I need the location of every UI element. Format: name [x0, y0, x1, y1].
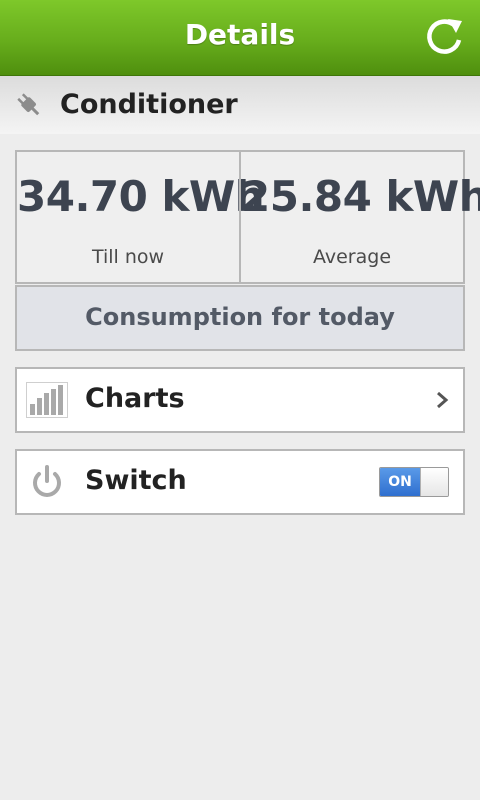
stat-till-now-label: Till now — [91, 246, 165, 268]
consumption-stats: 34.70 kWh Till now 25.84 kWh Average — [15, 150, 480, 284]
power-toggle[interactable]: ON — [379, 467, 449, 497]
switch-label: Switch — [85, 465, 187, 496]
bar-chart-icon — [26, 382, 68, 418]
charts-label: Charts — [85, 383, 185, 414]
plug-icon — [17, 93, 40, 116]
stat-till-now: 34.70 kWh Till now — [17, 152, 265, 282]
power-icon — [33, 465, 61, 497]
refresh-button[interactable] — [424, 16, 466, 58]
stat-average-label: Average — [312, 246, 392, 268]
charts-row[interactable]: Charts — [15, 367, 465, 433]
refresh-icon — [427, 19, 462, 54]
chevron-right-icon — [437, 391, 449, 409]
toggle-knob — [420, 468, 448, 496]
consumption-for-today-button[interactable]: Consumption for today — [15, 285, 465, 351]
switch-row: Switch ON — [15, 449, 465, 515]
page-title: Details — [184, 18, 296, 51]
action-bar: Details — [0, 0, 480, 76]
stat-till-now-value: 34.70 kWh — [17, 172, 265, 221]
stat-average: 25.84 kWh Average — [241, 152, 480, 282]
device-name: Conditioner — [60, 89, 238, 120]
device-header: Conditioner — [0, 76, 480, 134]
toggle-on-label: ON — [380, 468, 420, 496]
app-screen: Details Conditioner 34.70 kWh Till now 2… — [0, 0, 480, 800]
consumption-button-label: Consumption for today — [85, 303, 395, 331]
stat-average-value: 25.84 kWh — [241, 172, 480, 221]
